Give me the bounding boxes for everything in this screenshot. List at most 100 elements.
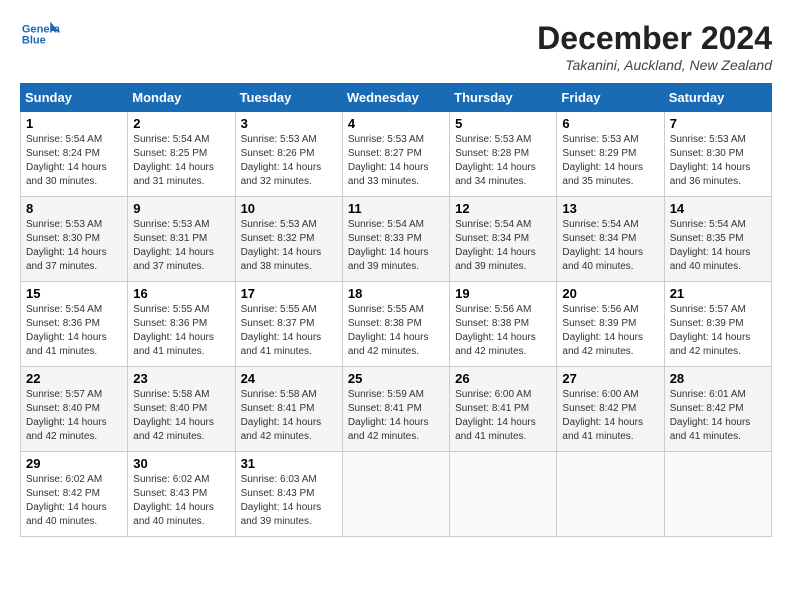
day-number: 1 <box>26 116 122 131</box>
weekday-header: Saturday <box>664 84 771 112</box>
sunrise-text: Sunrise: 5:53 AM <box>241 134 317 145</box>
sunrise-text: Sunrise: 5:57 AM <box>670 304 746 315</box>
daylight-and-text: and 30 minutes. <box>26 176 97 187</box>
sunset-text: Sunset: 8:38 PM <box>348 318 422 329</box>
daylight-text: Daylight: 14 hours <box>455 162 536 173</box>
sunrise-text: Sunrise: 5:56 AM <box>562 304 638 315</box>
day-info: Sunrise: 5:58 AMSunset: 8:41 PMDaylight:… <box>241 388 337 444</box>
day-info: Sunrise: 5:53 AMSunset: 8:28 PMDaylight:… <box>455 133 551 189</box>
calendar-day-cell: 19Sunrise: 5:56 AMSunset: 8:38 PMDayligh… <box>450 282 557 367</box>
day-number: 11 <box>348 201 444 216</box>
day-info: Sunrise: 5:54 AMSunset: 8:33 PMDaylight:… <box>348 218 444 274</box>
sunrise-text: Sunrise: 6:00 AM <box>562 389 638 400</box>
daylight-and-text: and 40 minutes. <box>133 516 204 527</box>
month-title: December 2024 <box>537 20 772 57</box>
sunset-text: Sunset: 8:43 PM <box>133 488 207 499</box>
daylight-and-text: and 39 minutes. <box>455 261 526 272</box>
day-number: 23 <box>133 371 229 386</box>
daylight-and-text: and 39 minutes. <box>348 261 419 272</box>
day-info: Sunrise: 5:53 AMSunset: 8:30 PMDaylight:… <box>670 133 766 189</box>
day-number: 30 <box>133 456 229 471</box>
sunrise-text: Sunrise: 5:53 AM <box>562 134 638 145</box>
daylight-text: Daylight: 14 hours <box>241 332 322 343</box>
title-area: December 2024 Takanini, Auckland, New Ze… <box>537 20 772 73</box>
day-info: Sunrise: 5:53 AMSunset: 8:29 PMDaylight:… <box>562 133 658 189</box>
sunrise-text: Sunrise: 5:54 AM <box>26 134 102 145</box>
calendar-day-cell: 15Sunrise: 5:54 AMSunset: 8:36 PMDayligh… <box>21 282 128 367</box>
daylight-text: Daylight: 14 hours <box>455 332 536 343</box>
calendar-day-cell: 22Sunrise: 5:57 AMSunset: 8:40 PMDayligh… <box>21 367 128 452</box>
sunrise-text: Sunrise: 6:01 AM <box>670 389 746 400</box>
daylight-and-text: and 36 minutes. <box>670 176 741 187</box>
calendar-day-cell: 7Sunrise: 5:53 AMSunset: 8:30 PMDaylight… <box>664 112 771 197</box>
daylight-text: Daylight: 14 hours <box>133 162 214 173</box>
logo: General Blue <box>20 20 60 50</box>
day-info: Sunrise: 6:01 AMSunset: 8:42 PMDaylight:… <box>670 388 766 444</box>
day-number: 15 <box>26 286 122 301</box>
page-header: General Blue December 2024 Takanini, Auc… <box>20 20 772 73</box>
daylight-text: Daylight: 14 hours <box>133 332 214 343</box>
daylight-text: Daylight: 14 hours <box>562 247 643 258</box>
day-info: Sunrise: 5:55 AMSunset: 8:38 PMDaylight:… <box>348 303 444 359</box>
sunset-text: Sunset: 8:34 PM <box>455 233 529 244</box>
daylight-text: Daylight: 14 hours <box>26 502 107 513</box>
daylight-and-text: and 42 minutes. <box>348 346 419 357</box>
calendar-day-cell: 10Sunrise: 5:53 AMSunset: 8:32 PMDayligh… <box>235 197 342 282</box>
day-number: 26 <box>455 371 551 386</box>
day-number: 16 <box>133 286 229 301</box>
daylight-text: Daylight: 14 hours <box>670 162 751 173</box>
daylight-and-text: and 40 minutes. <box>562 261 633 272</box>
daylight-and-text: and 42 minutes. <box>26 431 97 442</box>
calendar-day-cell: 3Sunrise: 5:53 AMSunset: 8:26 PMDaylight… <box>235 112 342 197</box>
weekday-header: Wednesday <box>342 84 449 112</box>
sunrise-text: Sunrise: 5:54 AM <box>455 219 531 230</box>
sunset-text: Sunset: 8:29 PM <box>562 148 636 159</box>
daylight-and-text: and 31 minutes. <box>133 176 204 187</box>
calendar-day-cell: 24Sunrise: 5:58 AMSunset: 8:41 PMDayligh… <box>235 367 342 452</box>
calendar-day-cell: 17Sunrise: 5:55 AMSunset: 8:37 PMDayligh… <box>235 282 342 367</box>
daylight-and-text: and 41 minutes. <box>670 431 741 442</box>
day-number: 6 <box>562 116 658 131</box>
daylight-and-text: and 37 minutes. <box>133 261 204 272</box>
calendar-day-cell: 27Sunrise: 6:00 AMSunset: 8:42 PMDayligh… <box>557 367 664 452</box>
day-number: 18 <box>348 286 444 301</box>
sunrise-text: Sunrise: 5:58 AM <box>241 389 317 400</box>
daylight-and-text: and 41 minutes. <box>133 346 204 357</box>
sunrise-text: Sunrise: 5:57 AM <box>26 389 102 400</box>
daylight-text: Daylight: 14 hours <box>348 332 429 343</box>
day-number: 9 <box>133 201 229 216</box>
sunset-text: Sunset: 8:39 PM <box>670 318 744 329</box>
calendar-day-cell: 8Sunrise: 5:53 AMSunset: 8:30 PMDaylight… <box>21 197 128 282</box>
calendar-day-cell: 28Sunrise: 6:01 AMSunset: 8:42 PMDayligh… <box>664 367 771 452</box>
logo-icon: General Blue <box>20 20 60 50</box>
daylight-text: Daylight: 14 hours <box>241 247 322 258</box>
sunset-text: Sunset: 8:42 PM <box>670 403 744 414</box>
daylight-text: Daylight: 14 hours <box>26 332 107 343</box>
calendar-day-cell: 30Sunrise: 6:02 AMSunset: 8:43 PMDayligh… <box>128 452 235 537</box>
day-info: Sunrise: 5:53 AMSunset: 8:32 PMDaylight:… <box>241 218 337 274</box>
sunrise-text: Sunrise: 5:58 AM <box>133 389 209 400</box>
calendar-day-cell: 20Sunrise: 5:56 AMSunset: 8:39 PMDayligh… <box>557 282 664 367</box>
calendar-day-cell: 16Sunrise: 5:55 AMSunset: 8:36 PMDayligh… <box>128 282 235 367</box>
daylight-and-text: and 33 minutes. <box>348 176 419 187</box>
sunset-text: Sunset: 8:41 PM <box>455 403 529 414</box>
sunrise-text: Sunrise: 6:03 AM <box>241 474 317 485</box>
daylight-text: Daylight: 14 hours <box>133 502 214 513</box>
sunrise-text: Sunrise: 5:54 AM <box>26 304 102 315</box>
day-info: Sunrise: 5:53 AMSunset: 8:30 PMDaylight:… <box>26 218 122 274</box>
calendar-day-cell: 25Sunrise: 5:59 AMSunset: 8:41 PMDayligh… <box>342 367 449 452</box>
daylight-and-text: and 39 minutes. <box>241 516 312 527</box>
calendar-day-cell: 5Sunrise: 5:53 AMSunset: 8:28 PMDaylight… <box>450 112 557 197</box>
day-info: Sunrise: 5:56 AMSunset: 8:39 PMDaylight:… <box>562 303 658 359</box>
sunset-text: Sunset: 8:31 PM <box>133 233 207 244</box>
calendar-table: SundayMondayTuesdayWednesdayThursdayFrid… <box>20 83 772 537</box>
day-info: Sunrise: 5:56 AMSunset: 8:38 PMDaylight:… <box>455 303 551 359</box>
sunrise-text: Sunrise: 5:55 AM <box>133 304 209 315</box>
daylight-and-text: and 42 minutes. <box>133 431 204 442</box>
daylight-text: Daylight: 14 hours <box>348 162 429 173</box>
sunrise-text: Sunrise: 5:54 AM <box>348 219 424 230</box>
calendar-week-row: 29Sunrise: 6:02 AMSunset: 8:42 PMDayligh… <box>21 452 772 537</box>
sunset-text: Sunset: 8:40 PM <box>26 403 100 414</box>
sunset-text: Sunset: 8:25 PM <box>133 148 207 159</box>
daylight-and-text: and 40 minutes. <box>26 516 97 527</box>
